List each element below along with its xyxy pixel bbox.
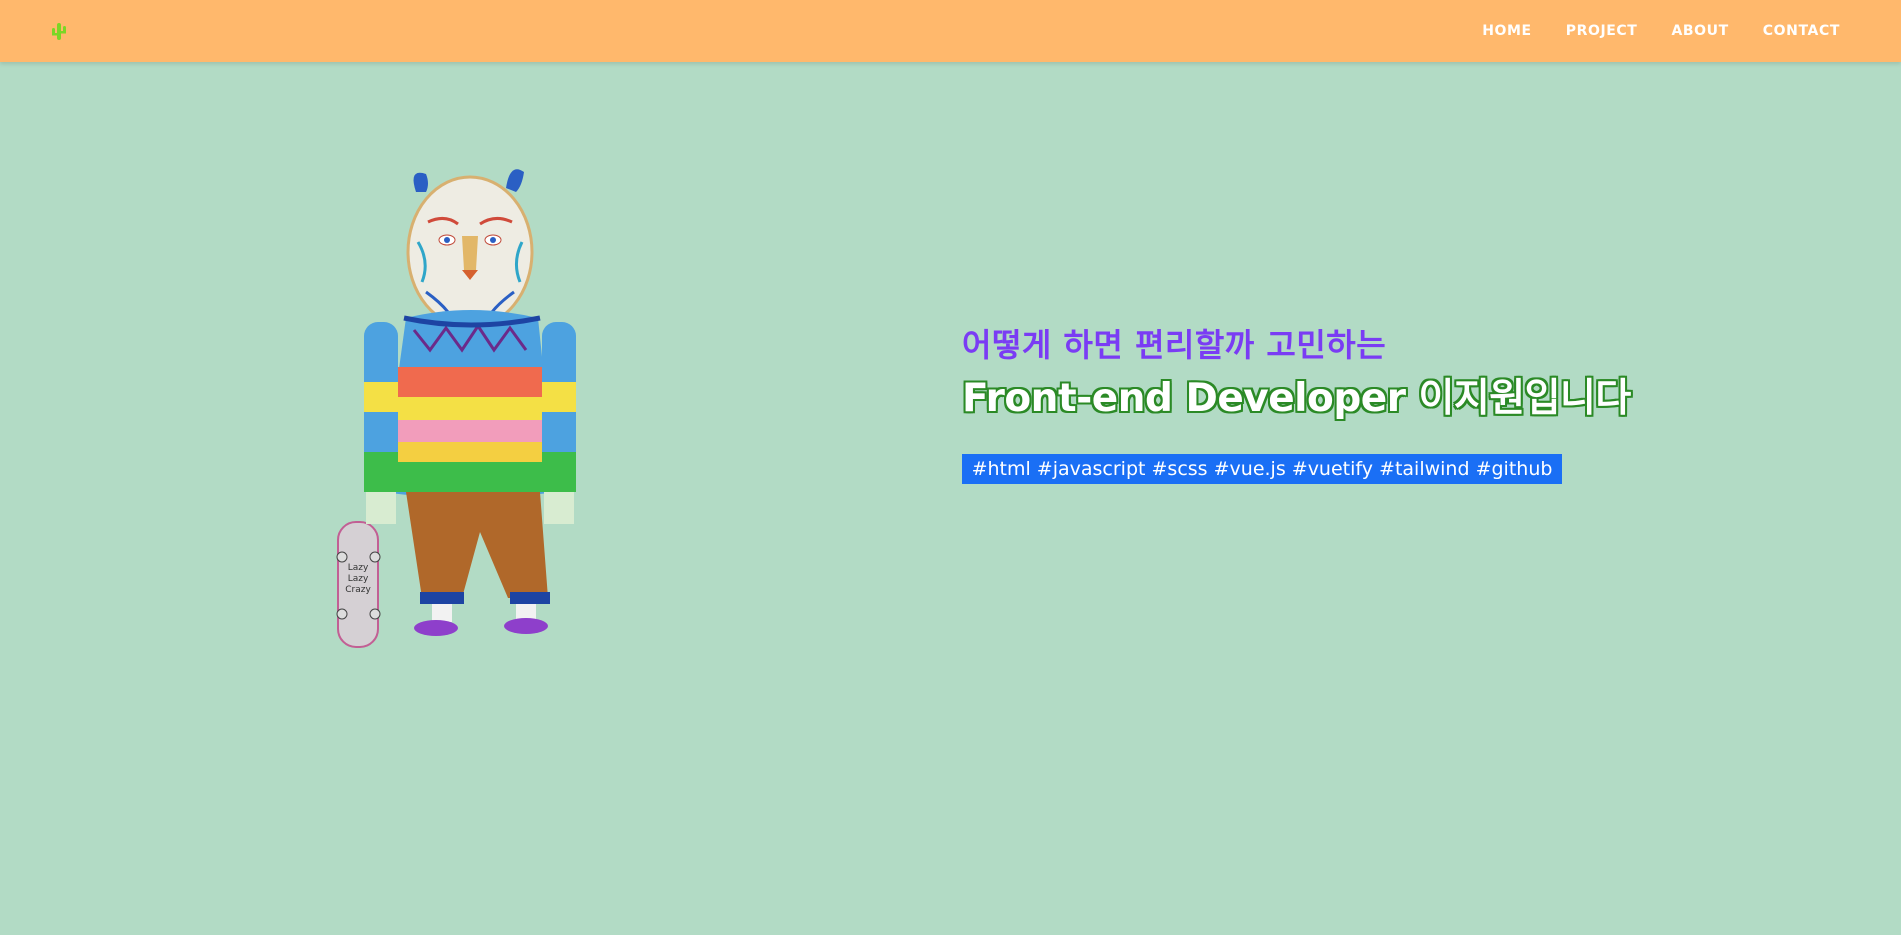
cactus-icon[interactable] [48, 20, 70, 42]
intro-subtitle: 어떻게 하면 편리할까 고민하는 [962, 326, 1387, 364]
skateboard-text-1: Lazy [348, 563, 369, 573]
top-navigation-bar: HOME PROJECT ABOUT CONTACT [0, 0, 1901, 62]
nav-home-link[interactable]: HOME [1466, 15, 1548, 47]
main-nav: HOME PROJECT ABOUT CONTACT [1464, 0, 1856, 62]
tiger-illustration: Lazy Lazy Crazy [330, 152, 620, 652]
skateboard-image: Lazy Lazy Crazy [336, 521, 381, 648]
nav-project-link[interactable]: PROJECT [1550, 15, 1654, 47]
skateboard-text-2: Lazy [348, 574, 369, 584]
nav-contact-link[interactable]: CONTACT [1747, 15, 1856, 47]
intro-headline: Front-end Developer 이지원입니다 [962, 376, 1631, 421]
skills-tags: #html #javascript #scss #vue.js #vuetify… [962, 454, 1562, 484]
skateboard-text-3: Crazy [345, 585, 371, 595]
intro-section: 어떻게 하면 편리할까 고민하는 Front-end Developer 이지원… [962, 320, 1662, 484]
nav-about-link[interactable]: ABOUT [1655, 15, 1744, 47]
